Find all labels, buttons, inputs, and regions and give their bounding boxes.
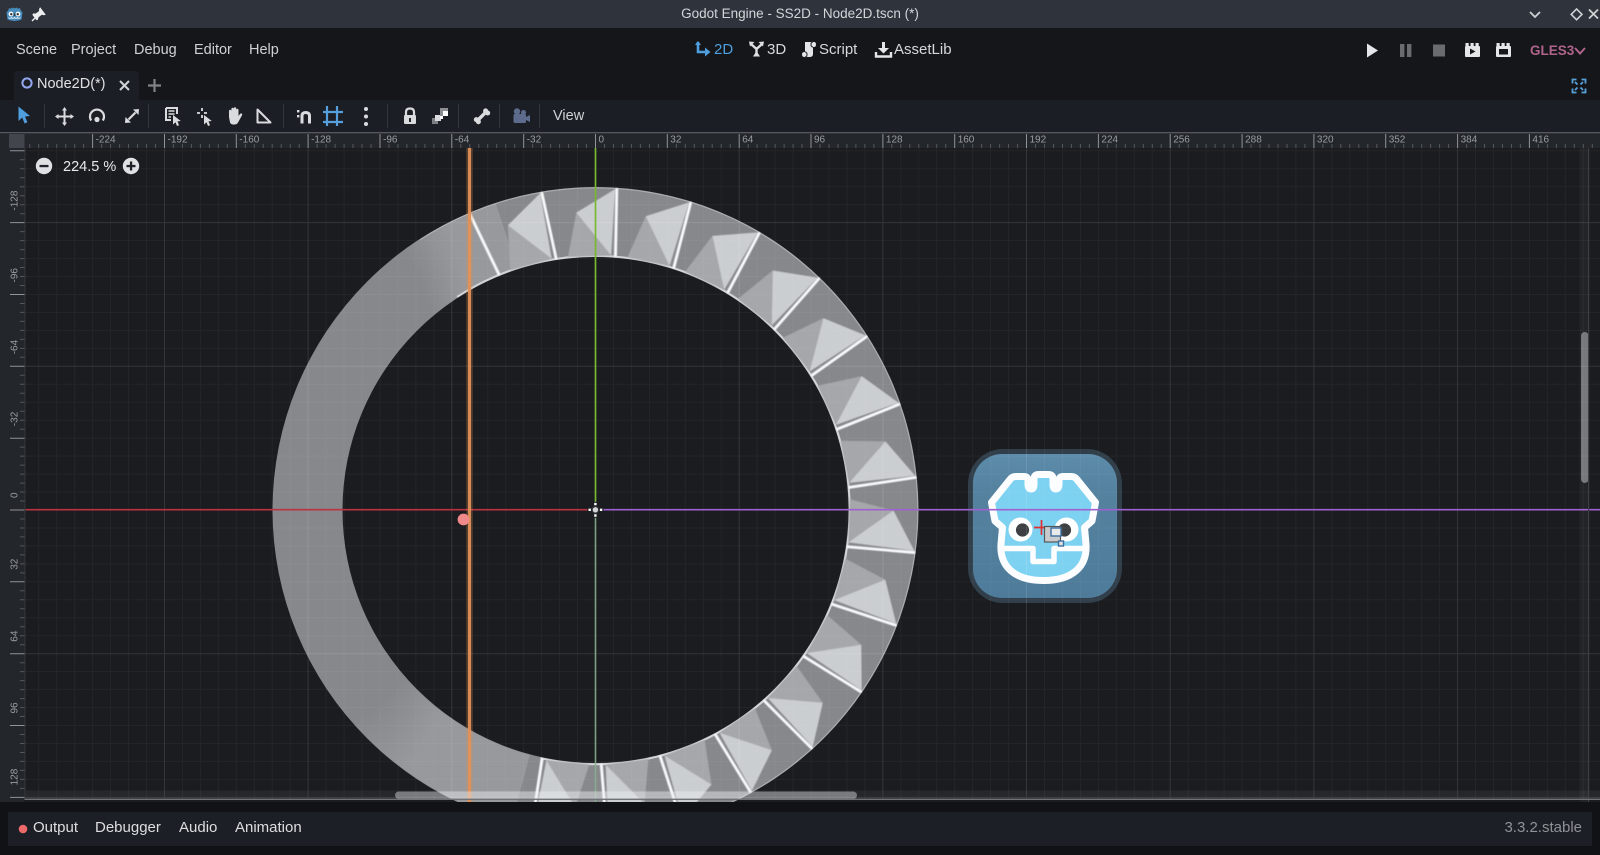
svg-text:-32: -32 (10, 411, 21, 426)
svg-text:-128: -128 (311, 135, 331, 146)
svg-text:-64: -64 (10, 339, 21, 354)
svg-text:-192: -192 (168, 135, 188, 146)
svg-text:416: 416 (1532, 135, 1549, 146)
svg-text:192: 192 (1030, 135, 1047, 146)
svg-text:288: 288 (1245, 135, 1262, 146)
svg-text:-96: -96 (10, 268, 21, 283)
svg-text:-32: -32 (527, 135, 542, 146)
svg-text:0: 0 (10, 492, 21, 498)
svg-text:320: 320 (1317, 135, 1334, 146)
svg-text:224.5 %: 224.5 % (63, 159, 116, 175)
svg-text:-64: -64 (455, 135, 470, 146)
svg-text:160: 160 (958, 135, 975, 146)
svg-text:64: 64 (10, 630, 21, 642)
svg-text:96: 96 (814, 135, 826, 146)
svg-text:128: 128 (10, 768, 21, 785)
svg-text:-160: -160 (239, 135, 259, 146)
svg-text:64: 64 (742, 135, 754, 146)
svg-text:-128: -128 (10, 190, 21, 210)
svg-text:352: 352 (1389, 135, 1406, 146)
svg-text:224: 224 (1101, 135, 1118, 146)
svg-text:256: 256 (1173, 135, 1190, 146)
svg-text:128: 128 (886, 135, 903, 146)
svg-text:-224: -224 (96, 135, 116, 146)
svg-text:32: 32 (10, 558, 21, 570)
svg-text:-96: -96 (383, 135, 398, 146)
svg-text:384: 384 (1461, 135, 1478, 146)
svg-text:96: 96 (10, 702, 21, 714)
svg-text:0: 0 (599, 135, 605, 146)
svg-text:32: 32 (670, 135, 682, 146)
